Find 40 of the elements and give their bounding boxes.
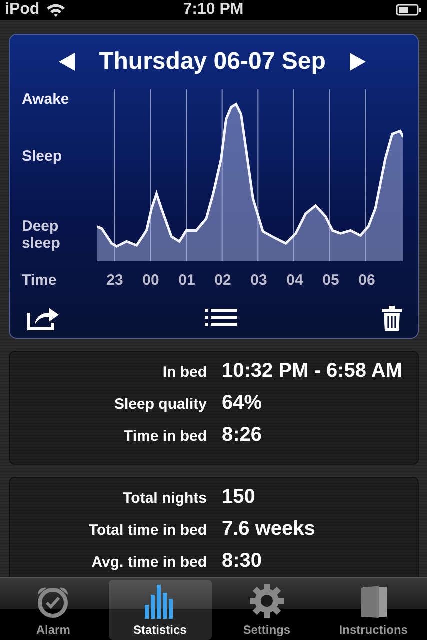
list-icon[interactable] [205, 309, 237, 327]
hour-label: 00 [142, 272, 160, 288]
tab-button[interactable]: Settings [216, 580, 318, 640]
trash-icon[interactable] [381, 304, 403, 332]
stat-value: 8:30 [222, 550, 264, 573]
hour-label: 01 [178, 272, 196, 288]
gear-icon[interactable] [248, 583, 285, 619]
carrier-name: iPod [5, 1, 40, 19]
wifi-icon [46, 3, 66, 17]
battery-icon [396, 4, 422, 16]
stat-value: 150 [222, 486, 256, 509]
hour-label: 23 [106, 272, 124, 288]
sleep-level-label: Awake [22, 91, 70, 108]
stat-value: 10:32 PM - 6:58 AM [222, 360, 404, 383]
hour-label: 05 [322, 272, 340, 288]
next-arrow-icon[interactable] [350, 53, 366, 71]
stat-value: 64% [222, 392, 264, 415]
hour-label: 06 [358, 272, 376, 288]
stat-label: Sleep quality [113, 396, 207, 413]
stat-value: 8:26 [222, 424, 264, 447]
stat-value: 7.6 weeks [222, 518, 316, 541]
stat-label: Time in bed [122, 428, 207, 445]
sleep-level-label: Deep sleep [22, 218, 62, 252]
tab-button[interactable]: Alarm [2, 580, 105, 640]
stat-label: In bed [162, 364, 207, 381]
book-icon[interactable] [358, 585, 389, 619]
stat-label: Total time in bed [88, 522, 207, 539]
hour-label: 02 [214, 272, 232, 288]
hour-label: 03 [250, 272, 268, 288]
status-time: 7:10 PM [183, 1, 244, 18]
stat-label: Avg. time in bed [90, 554, 207, 571]
sleep-level-label: Sleep [22, 148, 64, 165]
tab-button[interactable]: Statistics [108, 580, 212, 640]
tab-button[interactable]: Instructions [322, 580, 425, 640]
share-icon[interactable] [27, 305, 61, 331]
night-date-title: Thursday 06-07 Sep [99, 48, 326, 76]
time-axis-title: Time [22, 272, 58, 288]
previous-arrow-icon[interactable] [59, 53, 76, 71]
stat-label: Total nights [122, 490, 207, 507]
hour-label: 04 [286, 272, 304, 288]
